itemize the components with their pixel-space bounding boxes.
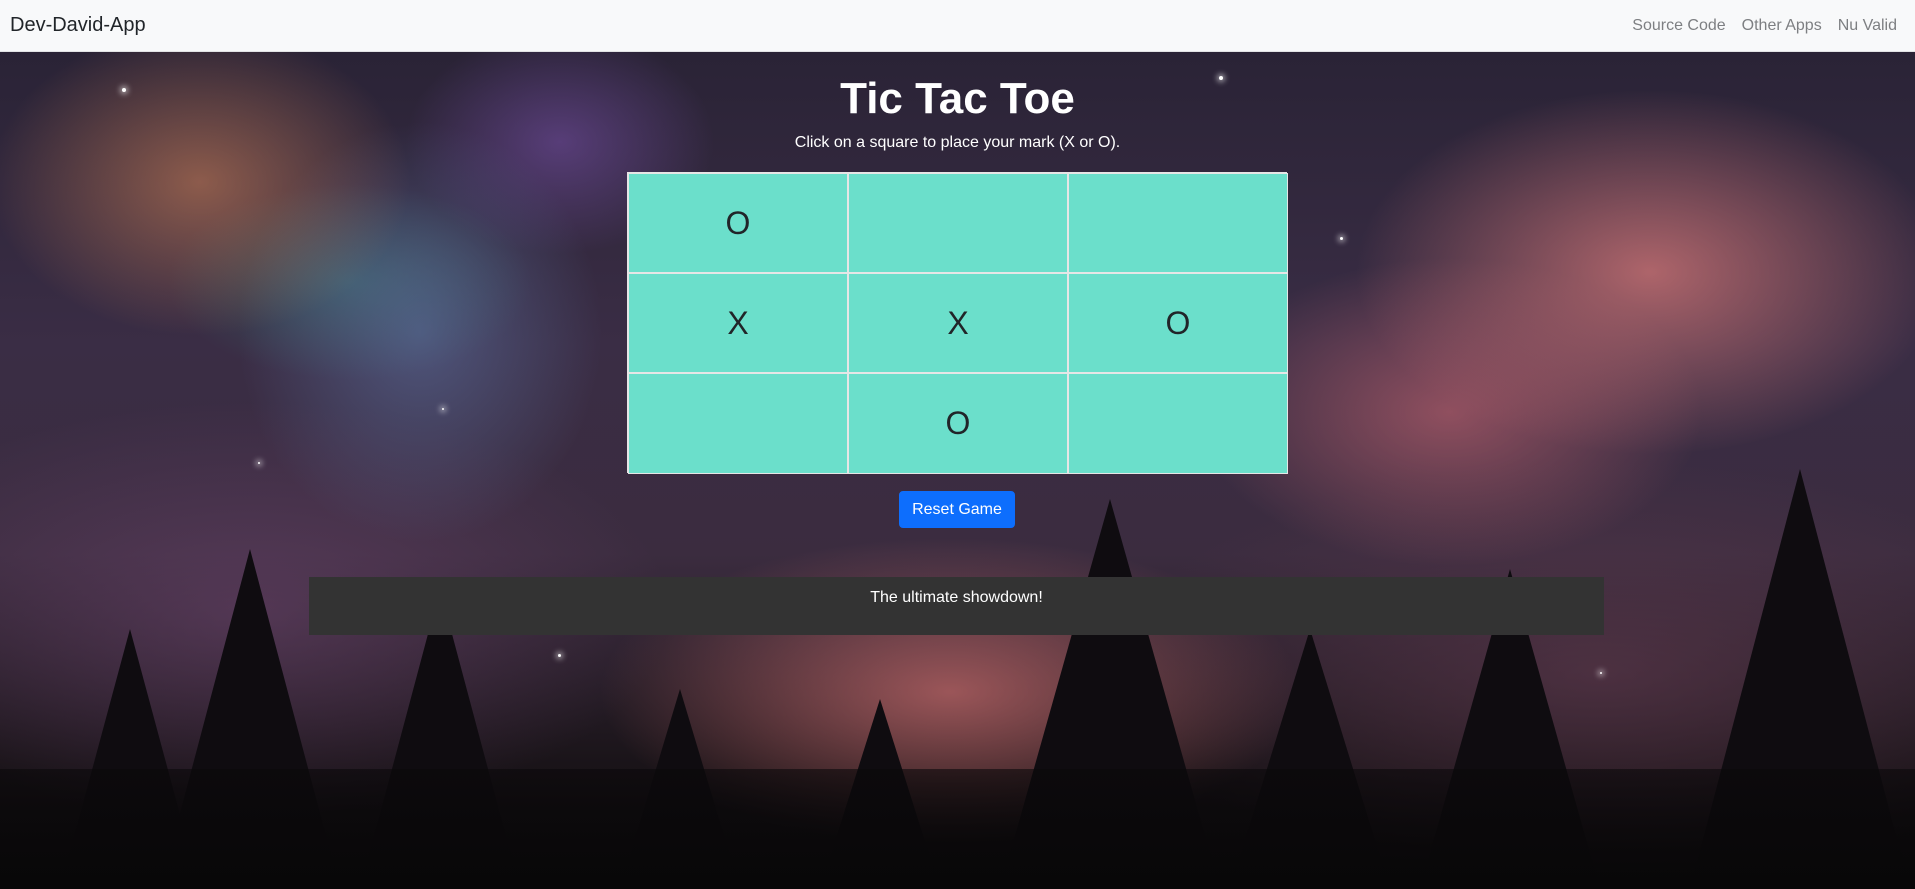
nav-link-nu-valid[interactable]: Nu Valid (1830, 17, 1905, 35)
board-cell-8[interactable]: O (848, 373, 1068, 474)
nav-link-other-apps[interactable]: Other Apps (1734, 17, 1830, 35)
board-cell-3[interactable] (1068, 173, 1288, 273)
star-decoration (1340, 237, 1343, 240)
brand-link[interactable]: Dev-David-App (10, 14, 146, 37)
star-decoration (442, 408, 444, 410)
ground-silhouette (0, 769, 1915, 889)
nav-links: Source Code Other Apps Nu Valid (1624, 17, 1905, 35)
board-cell-5[interactable]: X (848, 273, 1068, 373)
star-decoration (258, 462, 260, 464)
footer-banner: The ultimate showdown! (309, 577, 1604, 635)
page-title: Tic Tac Toe (840, 74, 1075, 123)
board-cell-1[interactable]: O (628, 173, 848, 273)
board-cell-9[interactable] (1068, 373, 1288, 474)
reset-game-button[interactable]: Reset Game (899, 491, 1015, 528)
board-cell-7[interactable] (628, 373, 848, 474)
star-decoration (558, 654, 561, 657)
navbar: Dev-David-App Source Code Other Apps Nu … (0, 0, 1915, 52)
board-cell-6[interactable]: O (1068, 273, 1288, 373)
footer-text: The ultimate showdown! (870, 589, 1043, 606)
board-cell-4[interactable]: X (628, 273, 848, 373)
nav-link-source-code[interactable]: Source Code (1624, 17, 1733, 35)
star-decoration (1600, 672, 1602, 674)
instructions-text: Click on a square to place your mark (X … (794, 134, 1121, 151)
game-board: O X X O O (627, 172, 1288, 474)
board-cell-2[interactable] (848, 173, 1068, 273)
